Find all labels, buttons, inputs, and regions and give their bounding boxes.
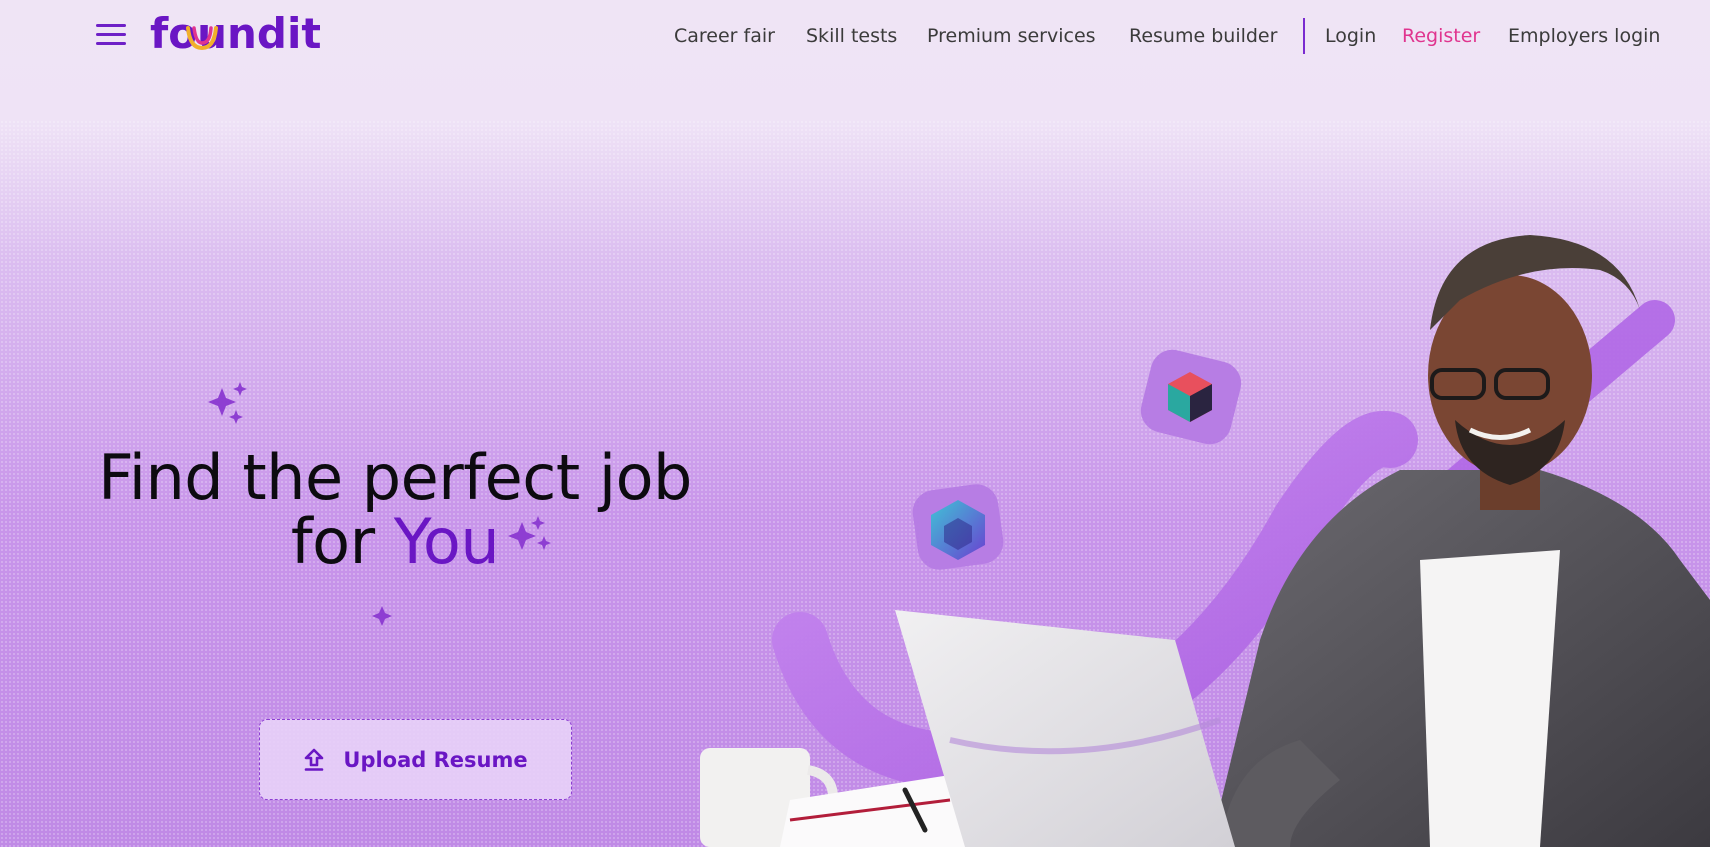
upload-icon bbox=[305, 748, 324, 771]
hero-headline: Find the perfect job for You bbox=[80, 446, 710, 574]
nav-login[interactable]: Login bbox=[1325, 22, 1376, 50]
nav-resume-builder[interactable]: Resume builder bbox=[1129, 22, 1277, 50]
person-photo bbox=[1210, 235, 1710, 847]
top-header: foundit Career fair Skill tests Premium … bbox=[0, 0, 1710, 72]
sparkle-icon bbox=[208, 382, 247, 424]
headline-accent: You bbox=[393, 505, 500, 578]
nav-skill-tests[interactable]: Skill tests bbox=[806, 22, 897, 50]
headline-line-1: Find the perfect job bbox=[98, 441, 692, 514]
upload-resume-label: Upload Resume bbox=[343, 747, 528, 772]
main-nav: Career fair Skill tests Premium services… bbox=[0, 22, 1710, 52]
nav-career-fair[interactable]: Career fair bbox=[674, 22, 775, 50]
nav-register[interactable]: Register bbox=[1402, 22, 1480, 50]
cube-tile-right bbox=[1140, 349, 1242, 445]
nav-premium-services[interactable]: Premium services bbox=[927, 22, 1096, 50]
headline-line-2: for You bbox=[80, 510, 710, 574]
upload-resume-button[interactable]: Upload Resume bbox=[259, 719, 572, 800]
headline-prefix: for bbox=[290, 505, 394, 578]
hero-illustration bbox=[700, 235, 1710, 847]
nav-employers-login[interactable]: Employers login bbox=[1508, 22, 1660, 50]
laptop bbox=[895, 610, 1235, 847]
nav-divider bbox=[1303, 18, 1305, 54]
sparkle-icon-small bbox=[372, 606, 392, 626]
cube-tile-left bbox=[912, 484, 1004, 570]
